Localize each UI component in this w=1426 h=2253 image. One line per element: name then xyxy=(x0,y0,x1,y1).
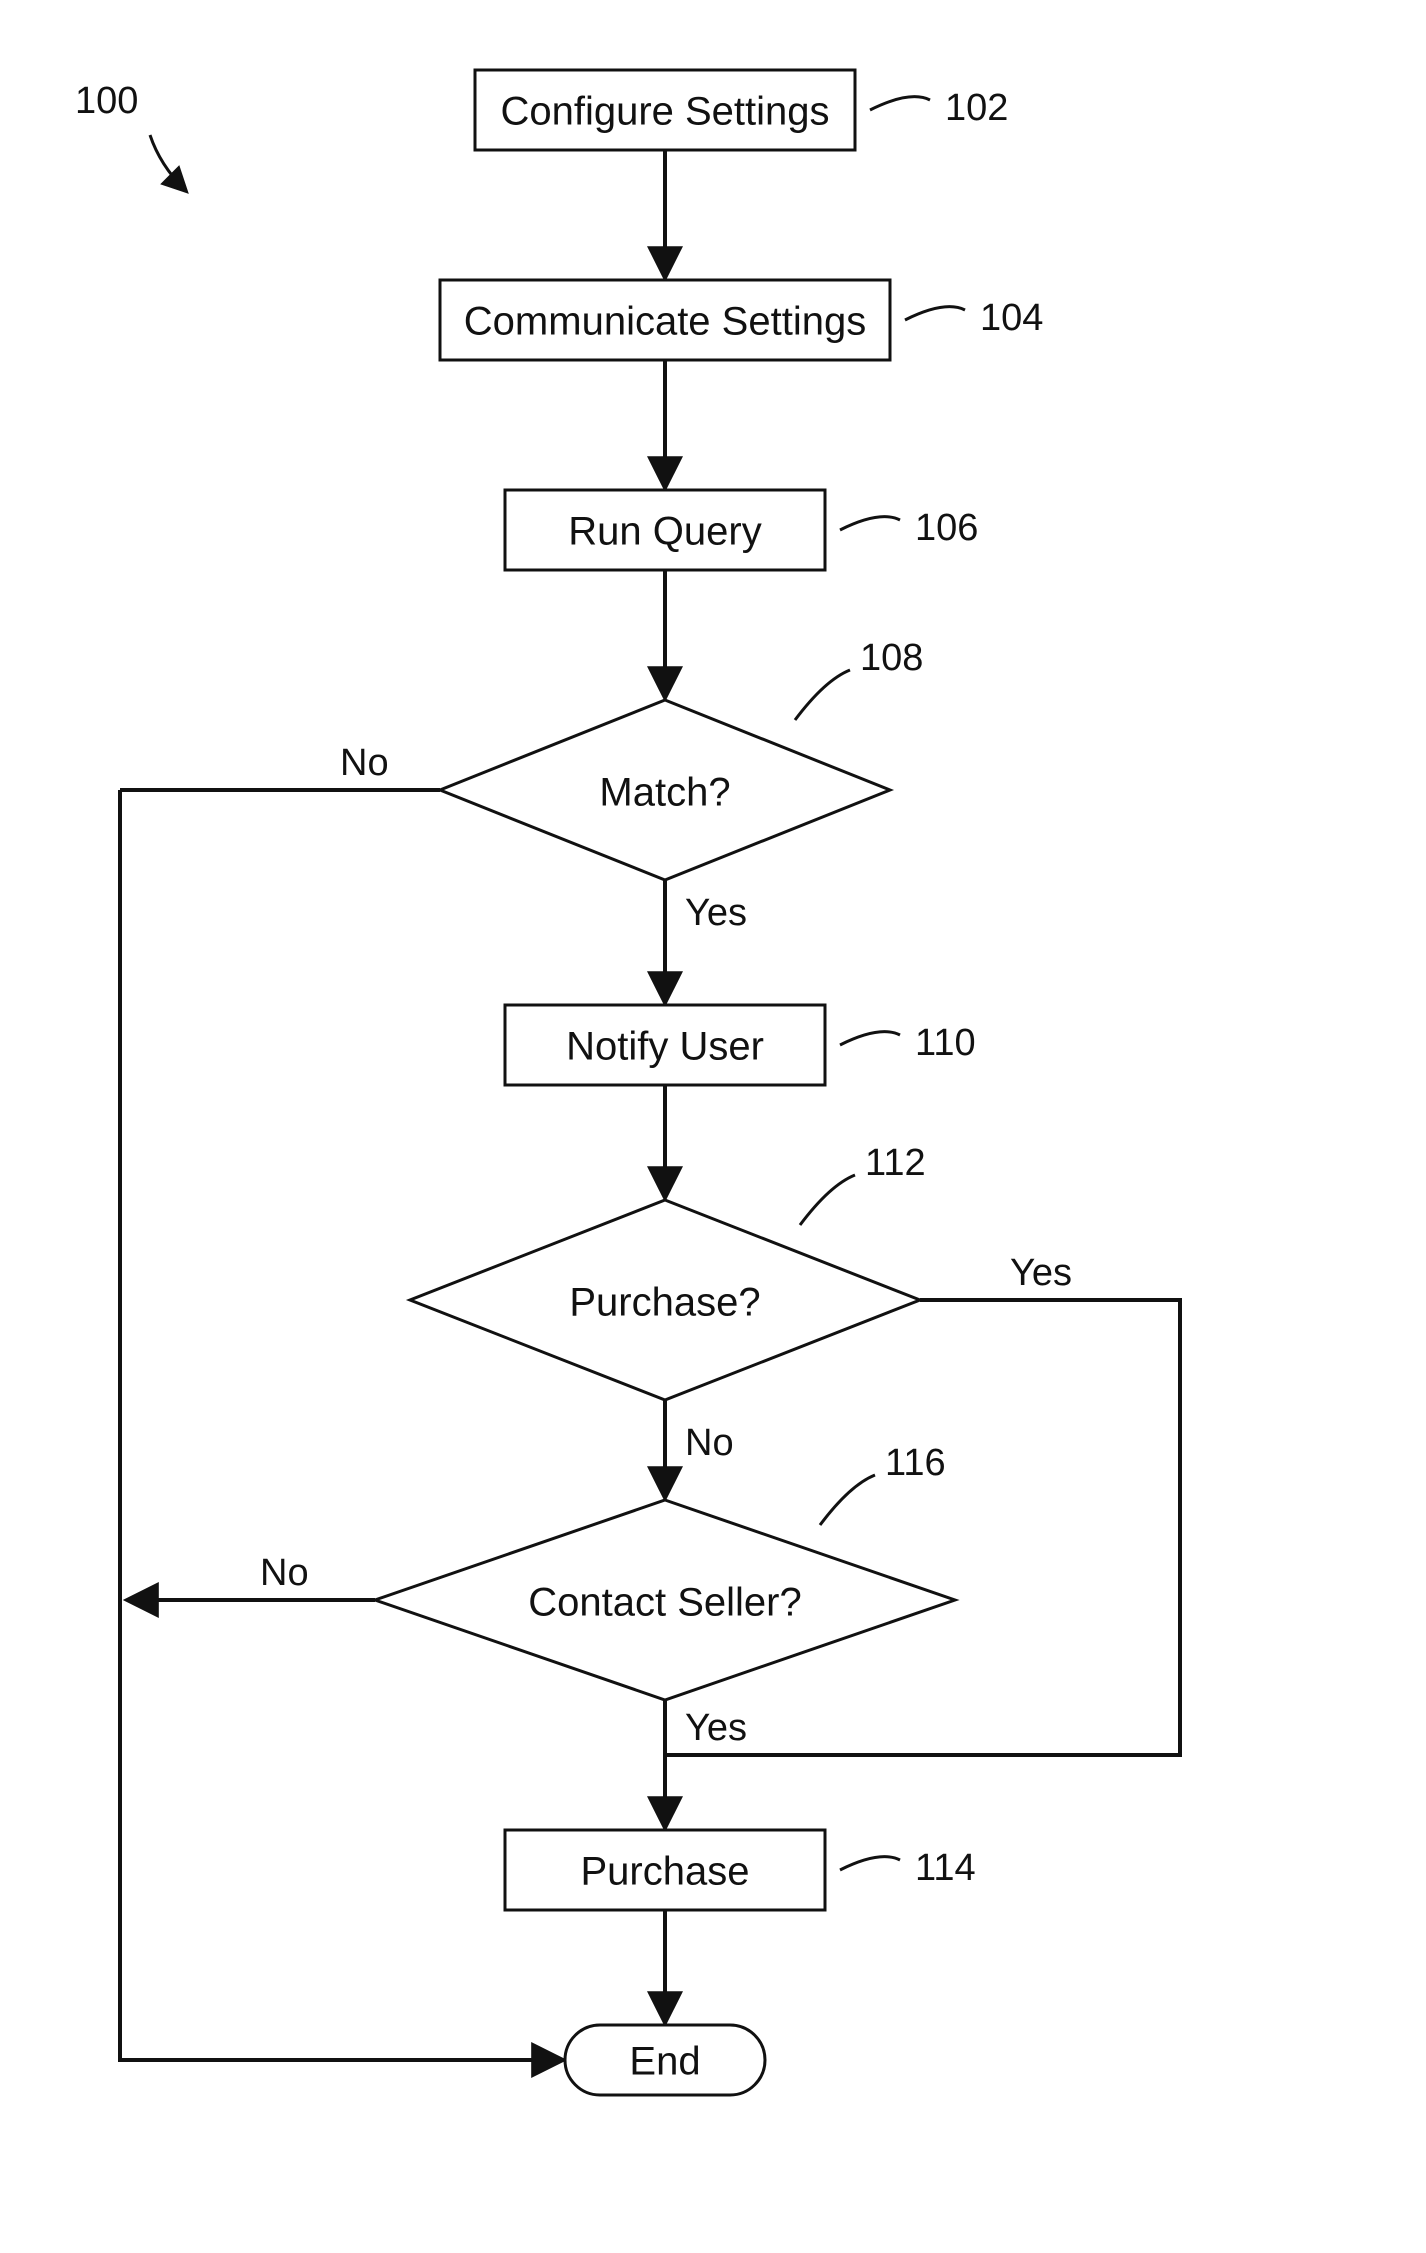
ref-114: 114 xyxy=(915,1847,976,1889)
edge-112-yes-label: Yes xyxy=(1010,1252,1072,1294)
figure-ref-arrow xyxy=(150,135,185,190)
leader-112 xyxy=(800,1175,855,1225)
ref-104: 104 xyxy=(980,297,1043,339)
node-purchase: Purchase xyxy=(505,1830,825,1910)
node-match: Match? xyxy=(440,700,890,880)
ref-108: 108 xyxy=(860,637,923,679)
edge-108-no-label: No xyxy=(340,742,389,784)
ref-112: 112 xyxy=(865,1142,926,1184)
flowchart-svg: Configure Settings 102 Communicate Setti… xyxy=(0,0,1426,2253)
flowchart-canvas: 100 Configure Settings 102 Communicate S… xyxy=(0,0,1426,2253)
node-run-query: Run Query xyxy=(505,490,825,570)
node-end: End xyxy=(565,2025,765,2095)
node-communicate-settings-label: Communicate Settings xyxy=(464,300,866,344)
node-notify-user: Notify User xyxy=(505,1005,825,1085)
leader-110 xyxy=(840,1032,900,1045)
leader-102 xyxy=(870,97,930,110)
node-configure-settings-label: Configure Settings xyxy=(500,90,829,134)
node-notify-user-label: Notify User xyxy=(566,1025,764,1069)
leader-104 xyxy=(905,307,965,320)
node-contact-seller: Contact Seller? xyxy=(375,1500,955,1700)
leader-108 xyxy=(795,670,850,720)
node-end-label: End xyxy=(629,2040,700,2084)
leader-116 xyxy=(820,1475,875,1525)
ref-110: 110 xyxy=(915,1022,976,1064)
node-configure-settings: Configure Settings xyxy=(475,70,855,150)
edge-108-yes-label: Yes xyxy=(685,892,747,934)
node-communicate-settings: Communicate Settings xyxy=(440,280,890,360)
leader-114 xyxy=(840,1857,900,1870)
node-purchase-label: Purchase xyxy=(581,1850,750,1894)
node-purchase-decision-label: Purchase? xyxy=(569,1281,760,1325)
edge-no-loop-to-end xyxy=(120,790,560,2060)
node-contact-seller-label: Contact Seller? xyxy=(528,1581,801,1625)
node-run-query-label: Run Query xyxy=(568,510,761,554)
node-match-label: Match? xyxy=(599,771,730,815)
ref-116: 116 xyxy=(885,1442,946,1484)
node-purchase-decision: Purchase? xyxy=(410,1200,920,1400)
edge-112-no-label: No xyxy=(685,1422,734,1464)
edge-116-no-label: No xyxy=(260,1552,309,1594)
ref-102: 102 xyxy=(945,87,1008,129)
edge-116-yes-label: Yes xyxy=(685,1707,747,1749)
leader-106 xyxy=(840,517,900,530)
ref-106: 106 xyxy=(915,507,978,549)
